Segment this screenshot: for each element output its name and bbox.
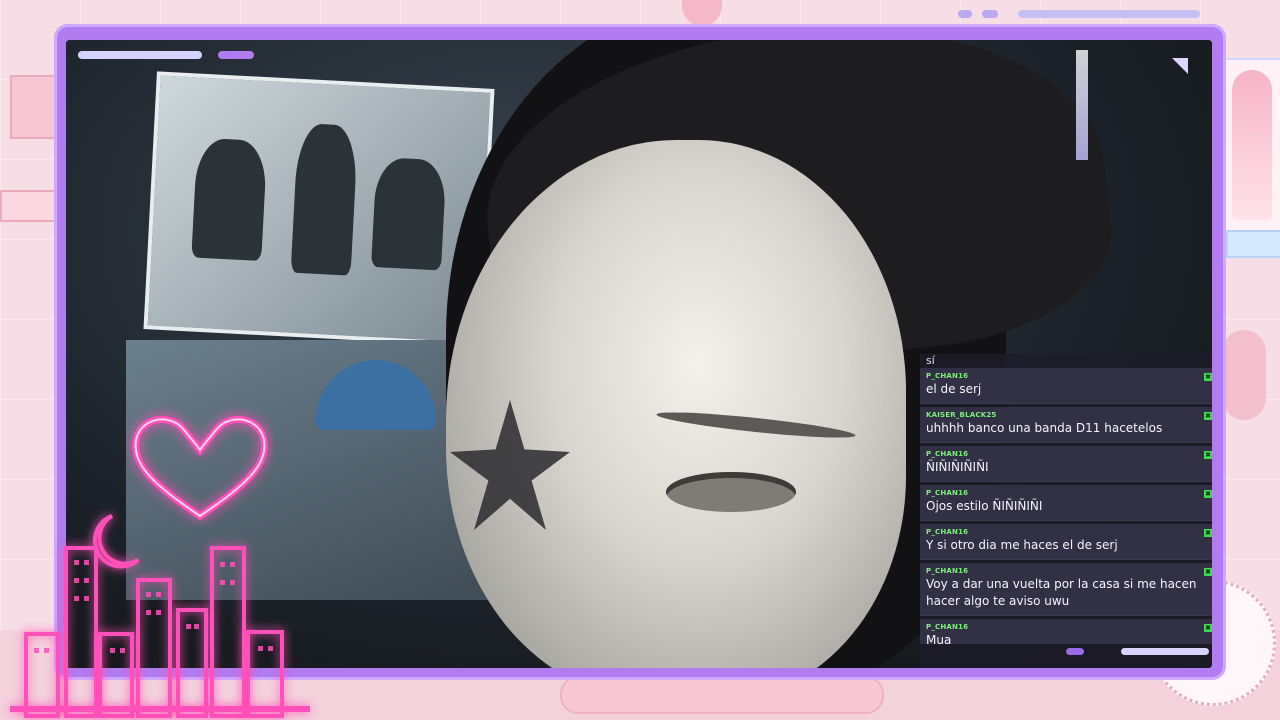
- chat-username: P_CHAN16: [926, 528, 969, 536]
- moderator-badge-icon: ✖: [1204, 490, 1212, 498]
- chat-message: P_CHAN16 ÑIÑIÑIÑIÑI ✖: [920, 446, 1212, 482]
- chat-footer-dot: [1066, 648, 1084, 655]
- chat-footer-bar: [1121, 648, 1209, 655]
- chat-message: P_CHAN16 Mua ✖: [920, 619, 1212, 644]
- frame-title-bar: [78, 51, 202, 59]
- chat-username: P_CHAN16: [926, 489, 969, 497]
- moderator-badge-icon: ✖: [1204, 373, 1212, 381]
- anime-poster: [143, 71, 495, 347]
- streamer-eye: [666, 472, 796, 512]
- poster-figure-2: [290, 122, 359, 276]
- chat-message: P_CHAN16 el de serj ✖: [920, 368, 1212, 404]
- neon-city-skyline-icon: [24, 514, 284, 718]
- chat-username: P_CHAN16: [926, 623, 969, 631]
- chat-text: Ojos estilo ÑIÑIÑIÑI: [926, 499, 1043, 513]
- anime-girl-figure: [1232, 70, 1272, 220]
- top-deco-dot-1: [958, 10, 972, 18]
- chat-text: uhhhh banco una banda D11 hacetelos: [926, 421, 1163, 435]
- chat-username: KAISER_BLACK25: [926, 411, 997, 419]
- chat-message: P_CHAN16 Y si otro dia me haces el de se…: [920, 524, 1212, 560]
- right-shelf: [1226, 230, 1280, 258]
- moderator-badge-icon: ✖: [1204, 529, 1212, 537]
- moderator-badge-icon: ✖: [1204, 568, 1212, 576]
- frame-corner-icon: [1172, 58, 1188, 74]
- heart-pillow-decor: [1222, 330, 1266, 420]
- chat-partial-message: sí: [926, 354, 935, 367]
- character-poster: [1222, 58, 1280, 232]
- chat-message: P_CHAN16 Voy a dar una vuelta por la cas…: [920, 563, 1212, 616]
- neon-moon-icon: [92, 514, 140, 569]
- chat-text: el de serj: [926, 382, 982, 396]
- chat-username: P_CHAN16: [926, 450, 969, 458]
- top-deco-dot-2: [982, 10, 998, 18]
- top-deco-bar: [1018, 10, 1200, 18]
- frame-title-dot: [218, 51, 254, 59]
- moderator-badge-icon: ✖: [1204, 624, 1212, 632]
- light-streak: [1076, 50, 1088, 160]
- moderator-badge-icon: ✖: [1204, 412, 1212, 420]
- chat-username: P_CHAN16: [926, 372, 969, 380]
- chat-text: ÑIÑIÑIÑIÑI: [926, 460, 989, 474]
- chat-message: P_CHAN16 Ojos estilo ÑIÑIÑIÑI ✖: [920, 485, 1212, 521]
- chat-text: Mua: [926, 633, 952, 644]
- neon-ground-strip: [10, 706, 310, 712]
- poster-figure-3: [371, 156, 447, 271]
- chat-overlay: sí P_CHAN16 el de serj ✖ KAISER_BLACK25 …: [920, 354, 1212, 668]
- poster-figure-1: [191, 137, 268, 262]
- chat-text: Voy a dar una vuelta por la casa si me h…: [926, 577, 1197, 608]
- bed-cushion: [560, 676, 884, 714]
- streamer-face: [446, 140, 906, 668]
- chat-username: P_CHAN16: [926, 567, 969, 575]
- chat-message-list[interactable]: sí P_CHAN16 el de serj ✖ KAISER_BLACK25 …: [920, 354, 1212, 644]
- moderator-badge-icon: ✖: [1204, 451, 1212, 459]
- chat-text: Y si otro dia me haces el de serj: [926, 538, 1118, 552]
- chat-message: KAISER_BLACK25 uhhhh banco una banda D11…: [920, 407, 1212, 443]
- left-shelf-box: [10, 75, 60, 139]
